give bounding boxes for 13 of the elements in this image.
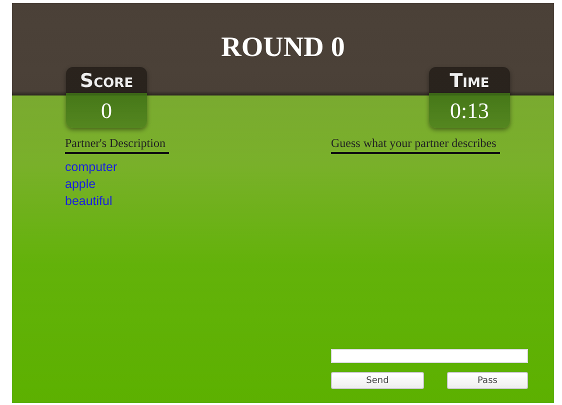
send-button[interactable]: Send xyxy=(331,372,424,389)
partner-heading: Partner's Description xyxy=(65,136,170,154)
round-title: ROUND 0 xyxy=(220,31,346,63)
description-word: beautiful xyxy=(65,193,112,210)
stat-value: 0 xyxy=(101,97,112,125)
stat-label: Score xyxy=(80,69,134,93)
description-word: apple xyxy=(65,176,96,193)
guess-heading: Guess what your partner describes xyxy=(331,136,500,154)
pass-button[interactable]: Pass xyxy=(447,372,528,389)
guess-input-field[interactable] xyxy=(331,349,528,363)
stat-value: 0:13 xyxy=(450,97,490,125)
stat-label: Time xyxy=(450,69,490,93)
description-word: computer xyxy=(65,159,118,176)
